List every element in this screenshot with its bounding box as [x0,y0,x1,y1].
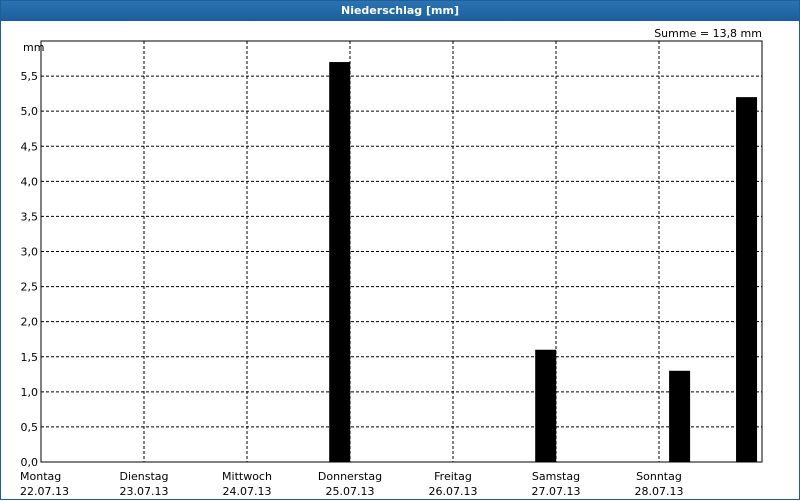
y-tick-label: 0,0 [21,456,39,469]
y-tick-label: 3,0 [21,246,39,259]
y-tick-label: 5,5 [21,70,39,83]
sum-annotation: Summe = 13,8 mm [654,27,762,40]
chart-window: Niederschlag [mm] 0,0 0,5 1,0 1,5 2,0 2,5 3,0 3… [0,0,800,500]
y-tick-label: 1,5 [21,351,39,364]
y-tick-label: 3,5 [21,210,39,223]
x-tick-weekday: Sonntag [636,470,682,483]
y-tick-label: 4,5 [21,140,39,153]
x-tick-weekday: Freitag [434,470,472,483]
y-axis-unit: mm [23,41,44,54]
x-tick-date: 25.07.13 [326,485,375,498]
bar [736,97,758,462]
x-tick-date: 26.07.13 [429,485,478,498]
bar [329,62,351,463]
x-tick-date: 23.07.13 [120,485,169,498]
y-tick-label: 5,0 [21,105,39,118]
x-tick-weekday: Montag [20,470,61,483]
x-tick-weekday: Donnerstag [318,470,382,483]
x-tick-weekday: Samstag [532,470,580,483]
x-tick-date: 27.07.13 [532,485,581,498]
y-axis-ticks: 0,0 0,5 1,0 1,5 2,0 2,5 3,0 3,5 4,0 4,5 5,0 5,5 [21,70,39,469]
x-tick-weekday: Mittwoch [222,470,272,483]
x-tick-date: 22.07.13 [20,485,69,498]
y-tick-label: 2,5 [21,281,39,294]
precipitation-chart: 0,0 0,5 1,0 1,5 2,0 2,5 3,0 3,5 4,0 4,5 5,0 5,5 Mon… [20,27,763,498]
bars [329,62,758,463]
bar [669,370,691,462]
bar [535,349,557,462]
y-tick-label: 2,0 [21,316,39,329]
x-tick-date: 24.07.13 [223,485,272,498]
grid [41,41,762,462]
x-tick-weekday: Dienstag [119,470,168,483]
y-tick-label: 0,5 [21,421,39,434]
x-tick-date: 28.07.13 [635,485,684,498]
y-tick-label: 4,0 [21,175,39,188]
x-axis-labels: Montag 22.07.13 Dienstag 23.07.13 Mittwoch 24… [20,470,683,498]
y-tick-label: 1,0 [21,386,39,399]
